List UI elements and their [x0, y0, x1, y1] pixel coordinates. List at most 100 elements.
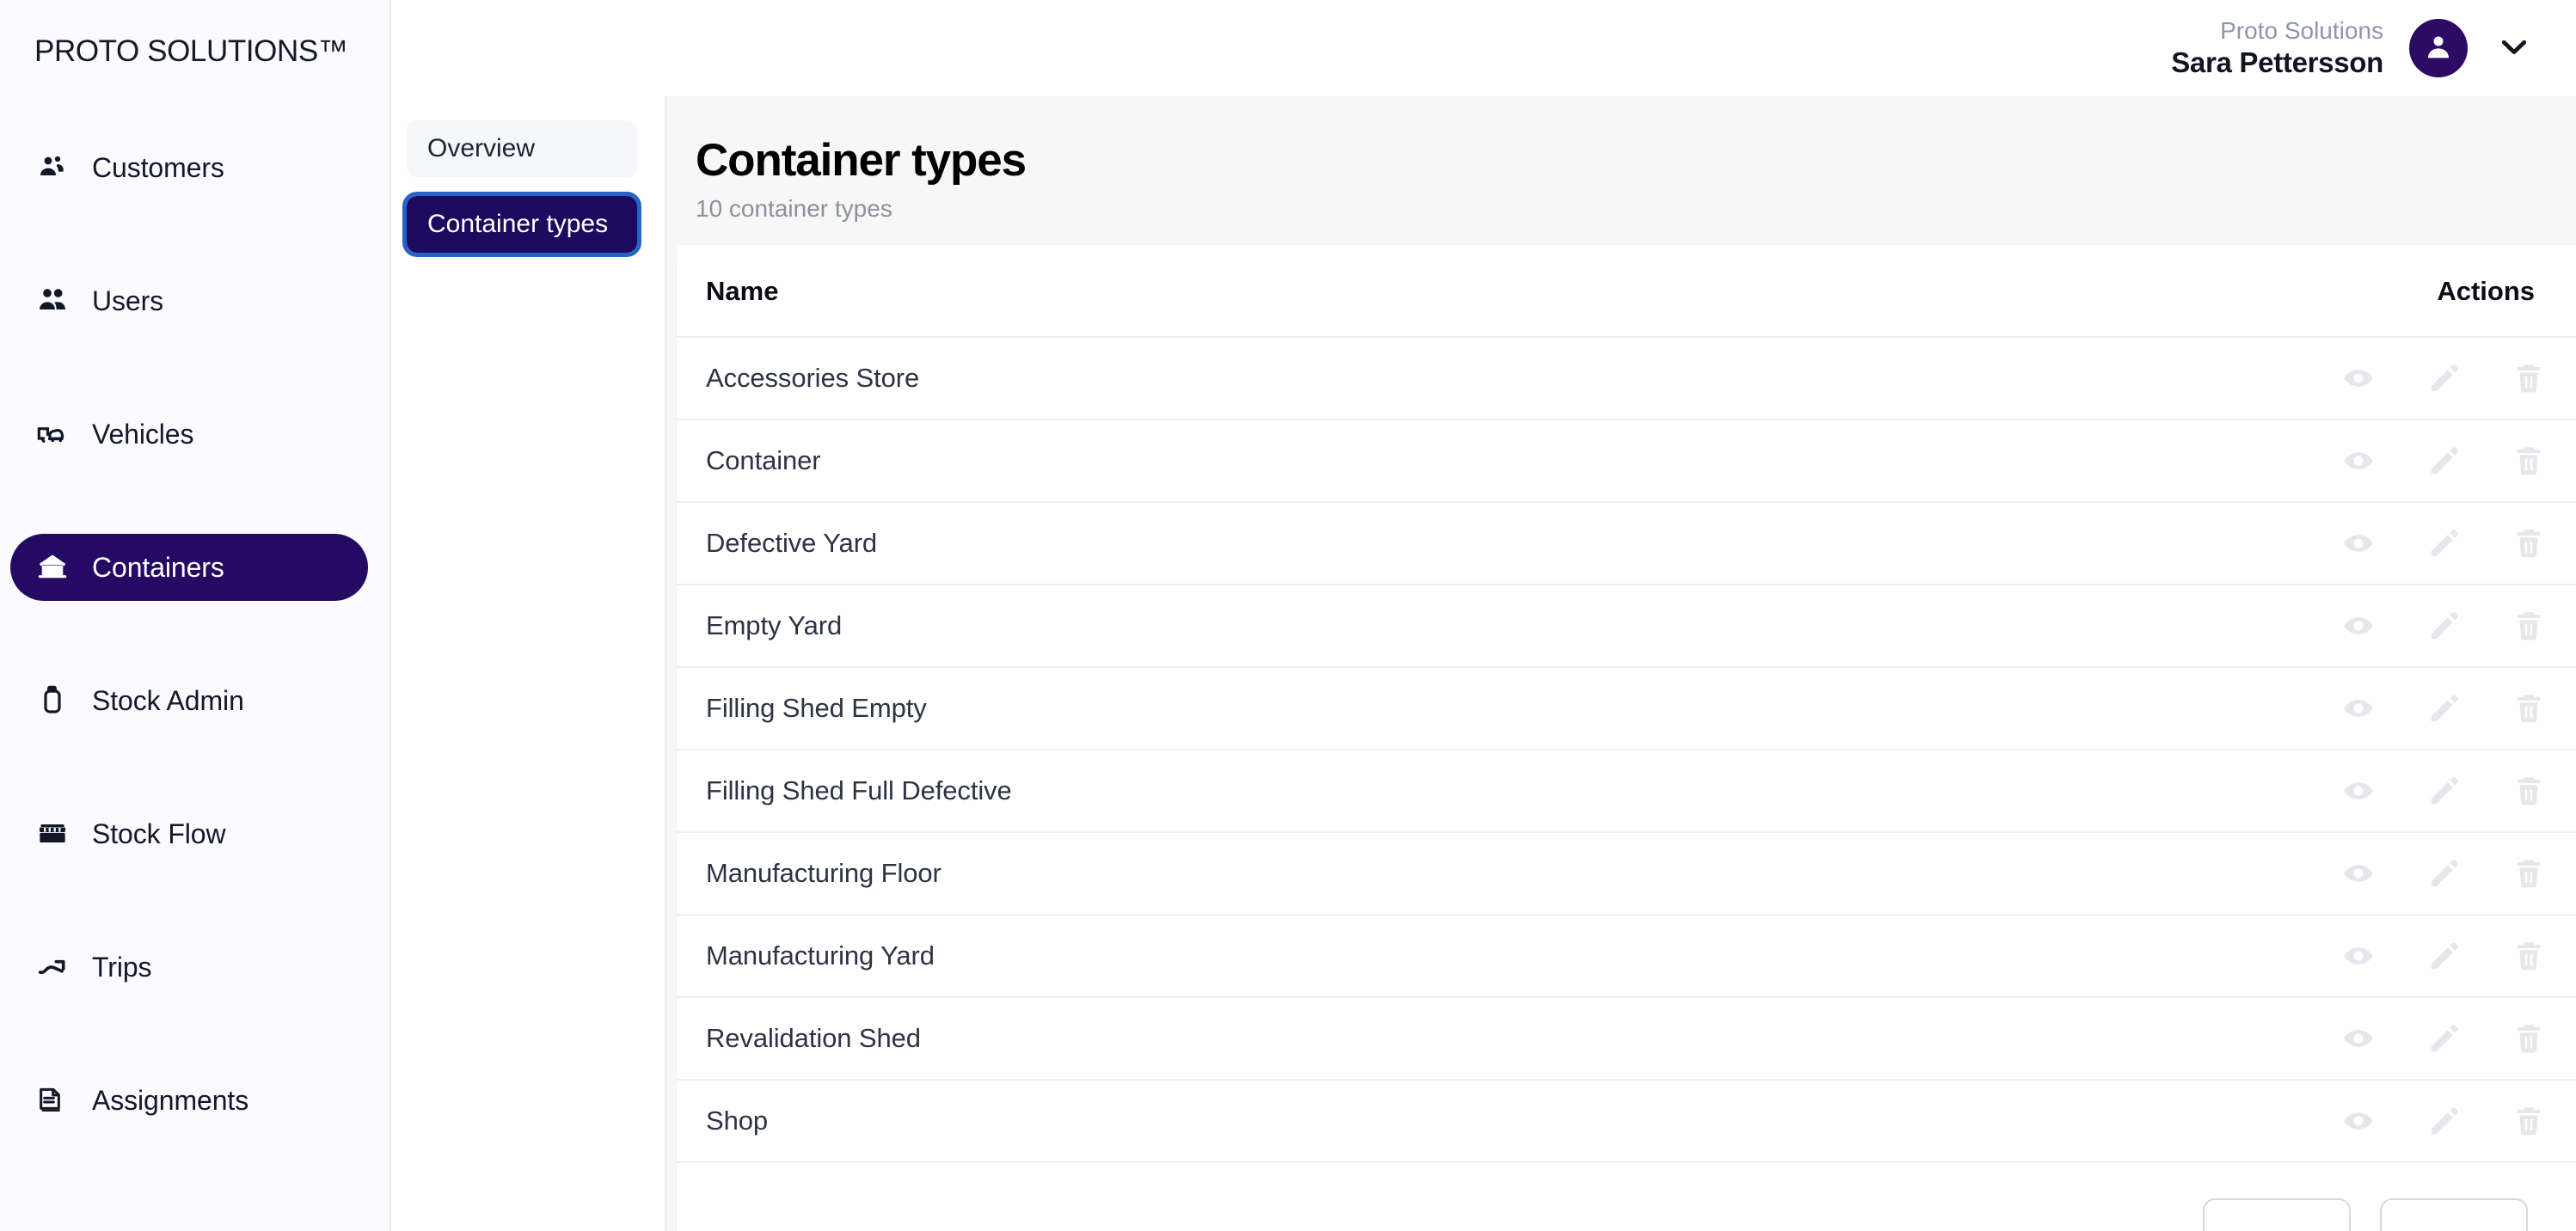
trash-button[interactable] [2509, 441, 2548, 481]
avatar[interactable] [2409, 19, 2468, 77]
cell-container-type-name: Filling Shed Empty [677, 667, 2206, 750]
pencil-button[interactable] [2424, 606, 2463, 646]
trash-button[interactable] [2509, 689, 2548, 728]
sidebar-nav: Customers Users Vehicles Containers Stoc… [0, 134, 389, 1200]
trash-button[interactable] [2509, 936, 2548, 976]
row-action-group [2206, 441, 2548, 481]
trash-icon [2510, 937, 2548, 975]
pencil-button[interactable] [2424, 358, 2463, 398]
trash-button[interactable] [2509, 606, 2548, 646]
cell-row-actions [2206, 502, 2576, 585]
sidebar-item-label: Vehicles [92, 418, 194, 450]
row-action-group [2206, 524, 2548, 563]
cell-container-type-name: Filling Shed Full Defective [677, 750, 2206, 833]
trash-button[interactable] [2509, 1101, 2548, 1141]
app-root: PROTO SOLUTIONS™ Customers Users Vehicle… [0, 0, 2576, 1231]
user-menu-toggle[interactable] [2493, 28, 2535, 69]
eye-icon [2340, 937, 2377, 975]
pencil-icon [2425, 442, 2463, 480]
vehicle-truck-icon [34, 416, 71, 452]
table-row: Empty Yard [677, 585, 2576, 668]
trash-button[interactable] [2509, 1019, 2548, 1058]
eye-button[interactable] [2339, 1101, 2378, 1141]
trash-button[interactable] [2509, 358, 2548, 398]
page-container-types: Container types 10 container types Name … [666, 96, 2576, 1231]
pagination-controls [666, 1198, 2576, 1231]
eye-button[interactable] [2339, 771, 2378, 811]
cell-row-actions [2206, 1080, 2576, 1163]
tab-overview[interactable]: Overview [407, 120, 637, 177]
sidebar-item-vehicles[interactable]: Vehicles [10, 401, 368, 468]
container-types-table-card: Name Actions Accessories Store Container D… [677, 245, 2576, 1231]
row-action-group [2206, 1019, 2548, 1058]
sidebar-item-trips[interactable]: Trips [10, 934, 368, 1001]
trash-icon [2510, 854, 2548, 892]
sidebar-item-label: Trips [92, 951, 152, 983]
sidebar-item-label: Stock Flow [92, 818, 226, 849]
sidebar-item-customers[interactable]: Customers [10, 134, 368, 201]
sidebar-item-containers[interactable]: Containers [10, 534, 368, 601]
person-avatar-icon [2421, 29, 2456, 68]
eye-icon [2340, 689, 2377, 727]
sidebar-item-stock-admin[interactable]: Stock Admin [10, 667, 368, 734]
trash-button[interactable] [2509, 524, 2548, 563]
pencil-button[interactable] [2424, 1101, 2463, 1141]
pencil-button[interactable] [2424, 771, 2463, 811]
storefront-icon [34, 816, 71, 852]
eye-button[interactable] [2339, 854, 2378, 893]
eye-icon [2340, 1020, 2377, 1057]
table-header-row: Name Actions [677, 245, 2576, 338]
pagination-prev-button[interactable] [2203, 1198, 2351, 1231]
trash-icon [2510, 1102, 2548, 1140]
trash-button[interactable] [2509, 771, 2548, 811]
pencil-button[interactable] [2424, 1019, 2463, 1058]
pencil-button[interactable] [2424, 524, 2463, 563]
trending-up-arrow-icon [34, 949, 71, 985]
eye-icon [2340, 772, 2377, 810]
eye-button[interactable] [2339, 524, 2378, 563]
page-subtitle-count: 10 container types [696, 195, 892, 222]
sidebar-item-assignments[interactable]: Assignments [10, 1067, 368, 1134]
pencil-icon [2425, 359, 2463, 397]
cell-container-type-name: Container [677, 420, 2206, 503]
eye-button[interactable] [2339, 358, 2378, 398]
table-body: Accessories Store Container Defective Yard… [677, 337, 2576, 1163]
table-row: Revalidation Shed [677, 997, 2576, 1081]
users-icon [34, 283, 71, 319]
user-info: Proto Solutions Sara Pettersson [2171, 16, 2383, 80]
column-header-name: Name [677, 245, 2206, 338]
stock-canister-icon [34, 683, 71, 719]
tab-container-types[interactable]: Container types [402, 192, 641, 257]
eye-button[interactable] [2339, 606, 2378, 646]
eye-icon [2340, 607, 2377, 645]
pagination-next-button[interactable] [2380, 1198, 2528, 1231]
pencil-button[interactable] [2424, 854, 2463, 893]
cell-row-actions [2206, 750, 2576, 833]
trash-icon [2510, 772, 2548, 810]
pencil-icon [2425, 1020, 2463, 1057]
eye-button[interactable] [2339, 689, 2378, 728]
pencil-button[interactable] [2424, 441, 2463, 481]
eye-button[interactable] [2339, 1019, 2378, 1058]
sidebar-item-label: Customers [92, 151, 224, 183]
sidebar-item-users[interactable]: Users [10, 267, 368, 334]
cell-row-actions [2206, 420, 2576, 503]
trash-button[interactable] [2509, 854, 2548, 893]
container-warehouse-icon [34, 549, 71, 585]
sidebar: PROTO SOLUTIONS™ Customers Users Vehicle… [0, 0, 391, 1231]
sidebar-item-stock-flow[interactable]: Stock Flow [10, 800, 368, 867]
table-row: Shop [677, 1080, 2576, 1163]
pencil-button[interactable] [2424, 689, 2463, 728]
table-row: Accessories Store [677, 337, 2576, 420]
pencil-icon [2425, 1102, 2463, 1140]
cell-container-type-name: Manufacturing Yard [677, 915, 2206, 998]
cell-row-actions [2206, 832, 2576, 916]
eye-button[interactable] [2339, 936, 2378, 976]
eye-button[interactable] [2339, 441, 2378, 481]
pencil-icon [2425, 607, 2463, 645]
cell-row-actions [2206, 337, 2576, 420]
trash-icon [2510, 524, 2548, 562]
row-action-group [2206, 771, 2548, 811]
table-row: Defective Yard [677, 502, 2576, 585]
pencil-button[interactable] [2424, 936, 2463, 976]
